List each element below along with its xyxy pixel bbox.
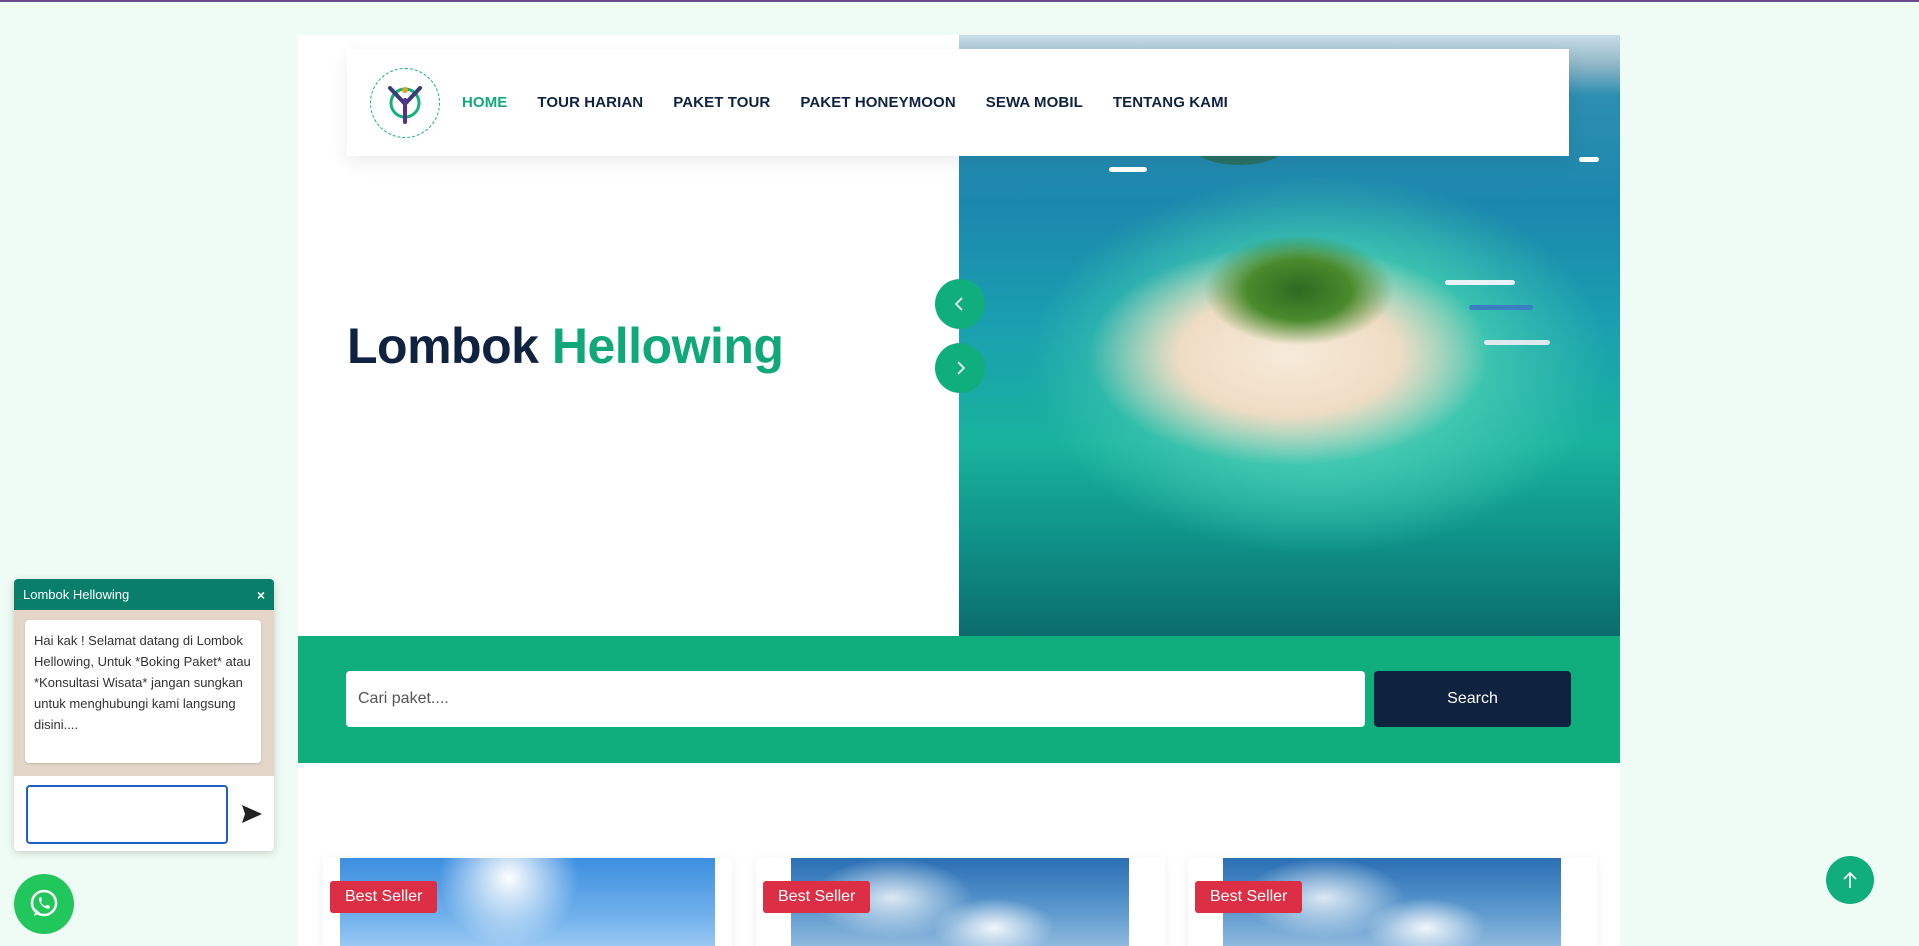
whatsapp-button[interactable] <box>14 874 74 934</box>
slider-prev-button[interactable] <box>935 279 985 329</box>
hero-title-main: Lombok <box>347 318 539 374</box>
chat-message: Hai kak ! Selamat datang di Lombok Hello… <box>25 620 261 763</box>
nav-item-paket-tour[interactable]: PAKET TOUR <box>673 94 770 111</box>
arrow-up-icon <box>1843 871 1857 888</box>
chat-title: Lombok Hellowing <box>23 587 130 602</box>
scroll-to-top-button[interactable] <box>1826 856 1874 904</box>
best-seller-badge: Best Seller <box>330 881 438 913</box>
search-input[interactable] <box>346 671 1365 727</box>
page-container: HOME TOUR HARIAN PAKET TOUR PAKET HONEYM… <box>298 35 1620 946</box>
search-button[interactable]: Search <box>1374 671 1571 727</box>
main-navbar: HOME TOUR HARIAN PAKET TOUR PAKET HONEYM… <box>347 49 1569 156</box>
hero-title: Lombok Hellowing <box>347 317 784 375</box>
slider-next-button[interactable] <box>935 343 985 393</box>
package-card[interactable]: Best Seller <box>323 858 732 946</box>
chat-close-icon[interactable]: × <box>257 587 265 603</box>
chat-widget: Lombok Hellowing × Hai kak ! Selamat dat… <box>14 579 274 851</box>
chat-footer <box>14 776 274 851</box>
nav-item-sewa-mobil[interactable]: SEWA MOBIL <box>986 94 1083 111</box>
chevron-left-icon <box>954 297 963 311</box>
logo-icon <box>388 86 422 124</box>
nav-item-home[interactable]: HOME <box>462 94 507 111</box>
nav-item-paket-honeymoon[interactable]: PAKET HONEYMOON <box>800 94 955 111</box>
whatsapp-icon <box>30 889 58 917</box>
best-seller-badge: Best Seller <box>763 881 871 913</box>
send-icon[interactable] <box>240 802 264 826</box>
nav-menu: HOME TOUR HARIAN PAKET TOUR PAKET HONEYM… <box>462 49 1228 156</box>
chevron-right-icon <box>957 361 966 375</box>
chat-body: Hai kak ! Selamat datang di Lombok Hello… <box>14 610 274 776</box>
nav-item-tour-harian[interactable]: TOUR HARIAN <box>537 94 643 111</box>
site-logo[interactable] <box>370 68 440 138</box>
chat-header: Lombok Hellowing × <box>14 579 274 610</box>
package-card[interactable]: Best Seller <box>1188 858 1597 946</box>
chat-input[interactable] <box>26 785 228 844</box>
search-section: Search <box>298 636 1620 763</box>
hero-title-accent: Hellowing <box>551 318 784 374</box>
package-card[interactable]: Best Seller <box>756 858 1165 946</box>
nav-item-tentang-kami[interactable]: TENTANG KAMI <box>1113 94 1228 111</box>
best-seller-badge: Best Seller <box>1195 881 1303 913</box>
